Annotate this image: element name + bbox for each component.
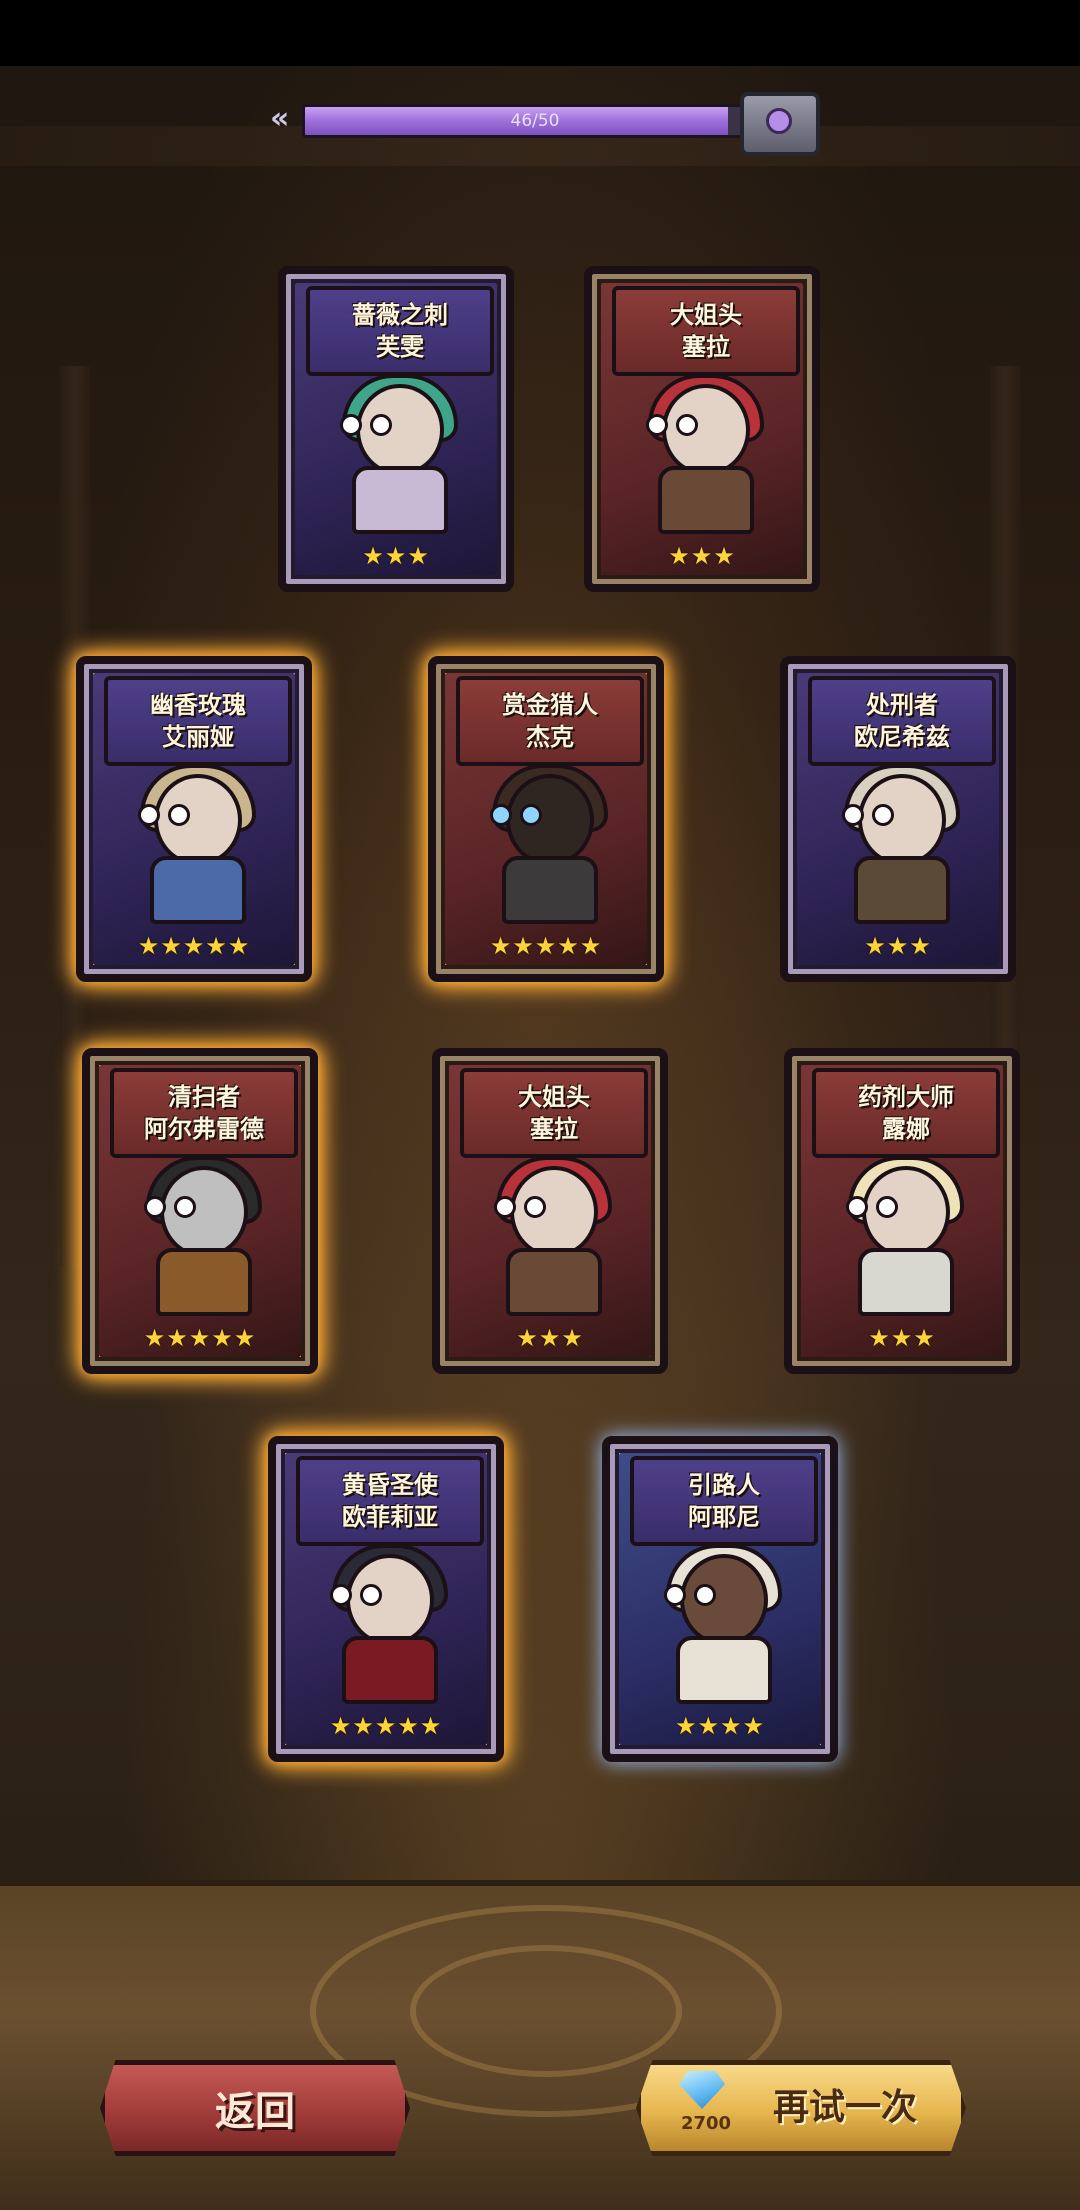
hero-name: 欧尼希兹: [854, 723, 950, 751]
star-rating: ★★★★★: [143, 1324, 257, 1352]
hero-portrait: [630, 374, 774, 534]
hero-card[interactable]: 处刑者 欧尼希兹 ★★★: [780, 656, 1016, 982]
progress-track: 46/50: [302, 104, 768, 138]
hero-title: 药剂大师: [858, 1083, 954, 1111]
hero-card[interactable]: 黄昏圣使 欧菲莉亚 ★★★★★: [268, 1436, 504, 1762]
hero-title: 清扫者: [168, 1083, 240, 1111]
hero-title: 黄昏圣使: [342, 1471, 438, 1499]
diamond-cost: 2700: [680, 2113, 732, 2134]
retry-button[interactable]: 2700 再试一次: [636, 2060, 966, 2156]
hero-name-plate: 黄昏圣使 欧菲莉亚: [296, 1456, 484, 1546]
progress-text: 46/50: [510, 111, 560, 131]
hero-name-plate: 大姐头 塞拉: [612, 286, 800, 376]
back-button[interactable]: 返回: [100, 2060, 410, 2156]
hero-portrait: [324, 374, 468, 534]
hero-name-plate: 清扫者 阿尔弗雷德: [110, 1068, 298, 1158]
draw-progress: « 46/50: [270, 92, 820, 156]
hero-portrait: [648, 1544, 792, 1704]
reward-chest-icon[interactable]: [740, 92, 820, 156]
star-rating: ★★★★★: [137, 932, 251, 960]
hero-card[interactable]: 大姐头 塞拉 ★★★: [432, 1048, 668, 1374]
hero-name: 欧菲莉亚: [342, 1503, 438, 1531]
hero-name-plate: 大姐头 塞拉: [460, 1068, 648, 1158]
hero-name: 艾丽娅: [162, 723, 234, 751]
hero-name-plate: 药剂大师 露娜: [812, 1068, 1000, 1158]
hero-title: 幽香玫瑰: [150, 691, 246, 719]
retry-button-label: 再试一次: [772, 2087, 917, 2128]
star-rating: ★★★★★: [329, 1712, 443, 1740]
star-rating: ★★★★: [674, 1712, 766, 1740]
hero-portrait: [830, 1156, 974, 1316]
hero-card[interactable]: 清扫者 阿尔弗雷德 ★★★★★: [82, 1048, 318, 1374]
hero-name: 露娜: [882, 1115, 930, 1143]
hero-title: 蔷薇之刺: [352, 301, 448, 329]
status-bar: [0, 0, 1080, 66]
hero-card[interactable]: 药剂大师 露娜 ★★★: [784, 1048, 1020, 1374]
diamond-icon: [679, 2071, 725, 2109]
hero-title: 大姐头: [670, 301, 742, 329]
rune-circle-inner: [410, 1945, 682, 2077]
double-chevron-left-icon: «: [270, 101, 290, 136]
hero-card[interactable]: 幽香玫瑰 艾丽娅 ★★★★★: [76, 656, 312, 982]
hero-name-plate: 引路人 阿耶尼: [630, 1456, 818, 1546]
hero-portrait: [314, 1544, 458, 1704]
hero-portrait: [122, 764, 266, 924]
hero-title: 大姐头: [518, 1083, 590, 1111]
hero-card[interactable]: 蔷薇之刺 芙雯 ★★★: [278, 266, 514, 592]
star-rating: ★★★: [668, 542, 736, 570]
hero-name-plate: 处刑者 欧尼希兹: [808, 676, 996, 766]
back-button-label: 返回: [215, 2089, 295, 2135]
hero-name: 芙雯: [376, 333, 424, 361]
hero-card[interactable]: 赏金猎人 杰克 ★★★★★: [428, 656, 664, 982]
hero-name-plate: 赏金猎人 杰克: [456, 676, 644, 766]
star-rating: ★★★: [864, 932, 932, 960]
hero-portrait: [474, 764, 618, 924]
hero-name: 塞拉: [530, 1115, 578, 1143]
hero-title: 引路人: [688, 1471, 760, 1499]
hero-card[interactable]: 大姐头 塞拉 ★★★: [584, 266, 820, 592]
hero-card[interactable]: 引路人 阿耶尼 ★★★★: [602, 1436, 838, 1762]
hero-title: 处刑者: [866, 691, 938, 719]
hero-name-plate: 蔷薇之刺 芙雯: [306, 286, 494, 376]
star-rating: ★★★: [868, 1324, 936, 1352]
hero-name: 阿尔弗雷德: [144, 1115, 264, 1143]
hero-name: 阿耶尼: [688, 1503, 760, 1531]
hero-portrait: [826, 764, 970, 924]
hero-name-plate: 幽香玫瑰 艾丽娅: [104, 676, 292, 766]
hero-name: 塞拉: [682, 333, 730, 361]
hero-title: 赏金猎人: [502, 691, 598, 719]
hero-portrait: [128, 1156, 272, 1316]
hero-portrait: [478, 1156, 622, 1316]
star-rating: ★★★★★: [489, 932, 603, 960]
star-rating: ★★★: [362, 542, 430, 570]
star-rating: ★★★: [516, 1324, 584, 1352]
hero-name: 杰克: [526, 723, 574, 751]
